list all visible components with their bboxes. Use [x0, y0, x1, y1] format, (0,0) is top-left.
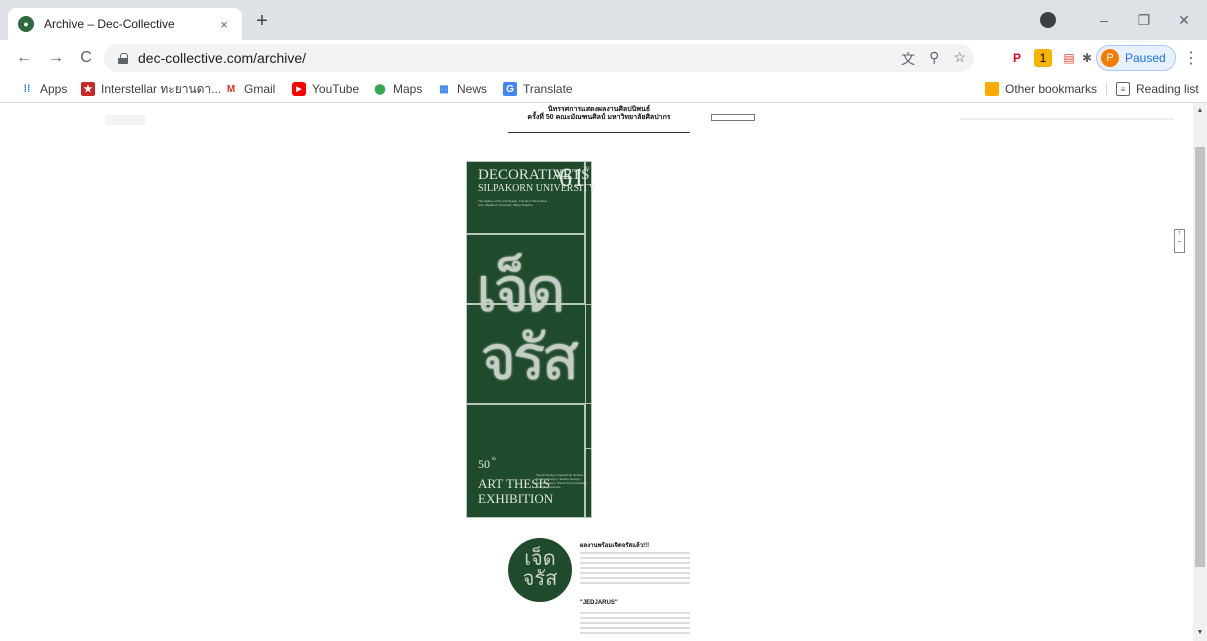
folder-icon [985, 82, 999, 96]
bookmark-gmail[interactable]: M Gmail [224, 80, 276, 98]
scroll-up-icon[interactable]: ▲ [1196, 107, 1204, 115]
extension-with-badge-icon[interactable]: 1 [1034, 49, 1052, 67]
bookmark-youtube[interactable]: ▶ YouTube [292, 80, 359, 98]
poster-glyph-bottom: จรัส [480, 321, 580, 394]
tab-archive[interactable]: ● Archive – Dec-Collective × [8, 8, 242, 40]
translate-page-icon[interactable]: 文 [901, 49, 915, 69]
news-icon: ▦ [439, 83, 449, 95]
page-scrollbar[interactable]: ▲ ▼ [1193, 103, 1207, 641]
lock-icon [118, 52, 128, 64]
bookmark-interstellar[interactable]: ★ Interstellar ทะยานดา... [81, 80, 221, 98]
tab-close-icon[interactable]: × [216, 17, 232, 32]
profile-status: Paused [1125, 51, 1166, 65]
close-window-button[interactable]: ✕ [1164, 0, 1204, 40]
info-title: "JEDJARUS" [580, 600, 618, 606]
reading-list[interactable]: ≡ Reading list [1116, 80, 1199, 98]
new-tab-button[interactable]: + [250, 10, 274, 34]
back-to-top-button[interactable]: ↑ ⎯ [1174, 229, 1185, 253]
site-favicon-icon: ● [18, 16, 34, 32]
poster-exhibition-line2: EXHIBITION [478, 491, 554, 506]
zoom-icon[interactable]: ⚲ [929, 49, 939, 69]
bookmark-apps[interactable]: ⁞⁞ Apps [20, 80, 68, 98]
translate-icon: G [503, 82, 517, 96]
info-description-placeholder [580, 549, 690, 587]
exhibition-banner: นิทรรศการแสดงผลงานศิลปนิพนธ์ ครั้งที่ 50… [527, 106, 671, 121]
exhibition-info: เจ็ด จรัส ผลงานพร้อมเจิดจรัสแล้ว!!! "JED… [508, 538, 748, 641]
info-details-placeholder [580, 609, 690, 637]
forward-button[interactable]: → [44, 46, 68, 70]
profile-button[interactable]: P Paused [1096, 45, 1176, 71]
tab-search-icon[interactable] [1040, 12, 1056, 28]
scroll-down-icon[interactable]: ▼ [1196, 629, 1204, 637]
banner-underline [508, 132, 690, 133]
bookmark-star-icon[interactable]: ☆ [953, 49, 966, 69]
pinterest-extension-icon[interactable]: P [1008, 49, 1026, 67]
bookmark-translate[interactable]: G Translate [503, 80, 573, 98]
extensions-puzzle-icon[interactable]: ✱ [1078, 49, 1096, 67]
gmail-icon: M [226, 83, 236, 95]
bookmark-maps[interactable]: ⬤ Maps [373, 80, 422, 98]
poster-edition-suffix: TH [583, 167, 590, 172]
url-text: dec-collective.com/archive/ [138, 50, 307, 66]
poster-anniversary-suffix: th [492, 457, 496, 462]
other-bookmarks[interactable]: Other bookmarks [985, 80, 1097, 98]
poster-anniversary: 50 [478, 457, 490, 471]
restore-button[interactable]: ❐ [1124, 0, 1164, 40]
toolbar: ← → C dec-collective.com/archive/ 文 ⚲ ☆ … [0, 40, 1207, 76]
interstellar-icon: ★ [81, 82, 95, 96]
faint-logo-placeholder [105, 115, 145, 125]
layout-extension-icon[interactable]: ▤ [1060, 49, 1078, 67]
page-content: นิทรรศการแสดงผลงานศิลปนิพนธ์ ครั้งที่ 50… [0, 103, 1193, 641]
apps-grid-icon: ⁞⁞ [23, 83, 31, 95]
minimize-button[interactable]: – [1084, 0, 1124, 40]
address-bar[interactable]: dec-collective.com/archive/ 文 ⚲ ☆ [104, 44, 974, 72]
exhibition-poster[interactable]: DECORATIVE ARTS SILPAKORN UNIVERSITY 61 … [466, 161, 596, 518]
browser-menu-icon[interactable]: ⋮ [1183, 48, 1199, 68]
jedjarus-logo: เจ็ด จรัส [508, 538, 572, 602]
reload-button[interactable]: C [74, 46, 98, 70]
poster-venue-text: The Gallery of Art and Design, Faculty o… [478, 199, 548, 207]
scroll-thumb[interactable] [1195, 147, 1205, 567]
maps-icon: ⬤ [374, 83, 386, 95]
poster-departments-text: Interior Design | Applied Art Studies | … [536, 473, 587, 489]
poster-edition: 61 [559, 163, 585, 192]
reading-list-icon: ≡ [1116, 82, 1130, 96]
bookmarks-divider [1106, 82, 1107, 96]
profile-avatar: P [1101, 49, 1119, 67]
faint-rule [960, 118, 1174, 120]
mini-search-field[interactable] [711, 114, 755, 121]
youtube-icon: ▶ [292, 82, 306, 96]
tab-title: Archive – Dec-Collective [44, 17, 175, 31]
back-button[interactable]: ← [12, 46, 36, 70]
bookmark-news[interactable]: ▦ News [437, 80, 487, 98]
browser-chrome: ● Archive – Dec-Collective × + – ❐ ✕ ← →… [0, 0, 1207, 103]
tab-strip: ● Archive – Dec-Collective × + – ❐ ✕ [0, 0, 1207, 40]
poster-glyph-top: เจ็ด [476, 253, 566, 326]
bookmarks-bar: ⁞⁞ Apps ★ Interstellar ทะยานดา... M Gmai… [0, 76, 1207, 103]
